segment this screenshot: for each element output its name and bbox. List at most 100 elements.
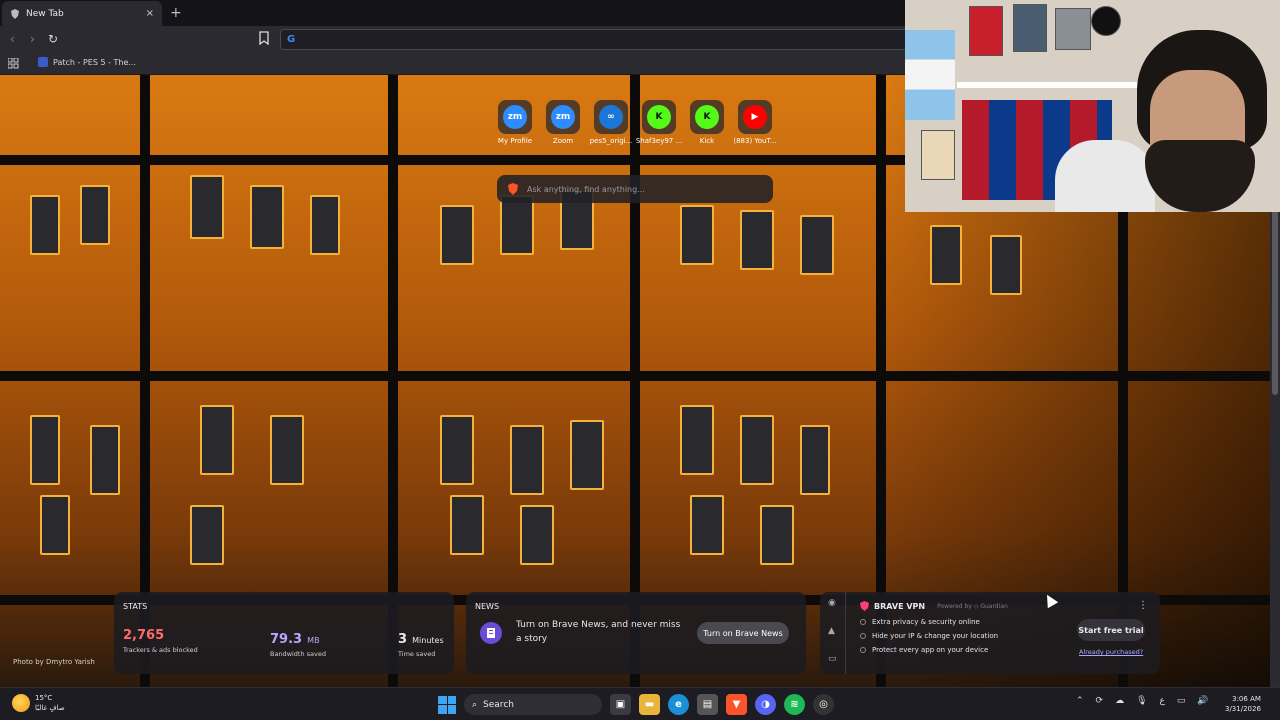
top-site-tile[interactable]: K xyxy=(642,100,676,134)
edge-icon[interactable]: e xyxy=(668,694,689,715)
already-purchased-link[interactable]: Already purchased? xyxy=(1079,648,1143,656)
bandwidth-desc: Bandwidth saved xyxy=(270,650,327,658)
time-desc: Time saved xyxy=(398,650,436,658)
photo-credit[interactable]: Photo by Dmytro Yarish xyxy=(13,658,95,666)
top-site-tile[interactable]: zm xyxy=(546,100,580,134)
new-tab-button[interactable]: + xyxy=(170,5,182,21)
webcam-overlay xyxy=(905,0,1280,212)
top-site-label: Kick xyxy=(699,137,715,145)
forward-button[interactable]: › xyxy=(30,32,35,46)
chevron-up-icon[interactable]: ⌃ xyxy=(1076,696,1084,706)
sync-icon[interactable]: ⟳ xyxy=(1096,696,1104,706)
site-favicon-icon: zm xyxy=(551,105,575,129)
top-site[interactable]: ▶ (883) YouT... xyxy=(733,100,777,145)
bandwidth-value: 79.3 xyxy=(270,632,303,647)
start-free-trial-button[interactable]: Start free trial xyxy=(1077,619,1145,641)
top-site-label: Zoom xyxy=(552,137,574,145)
bookmark-favicon-icon xyxy=(38,57,48,67)
clock-date: 3/31/2026 xyxy=(1225,705,1261,713)
top-site-tile[interactable]: ∞ xyxy=(594,100,628,134)
windows-start-icon[interactable] xyxy=(438,695,456,714)
system-tray: ⌃ ⟳ ☁ 🎙 ع ▭ 🔊 xyxy=(1076,696,1209,706)
more-options-icon[interactable]: ⋮ xyxy=(1138,600,1148,611)
clock-time: 3:06 AM xyxy=(1232,695,1261,703)
vpn-widget: ◉ ▲ ▭ BRAVE VPN Powered by ◇ Guardian ⋮ … xyxy=(820,592,1160,674)
stats-widget: STATS 2,765 Trackers & ads blocked 79.3 … xyxy=(114,592,454,674)
top-site[interactable]: zm My Profile xyxy=(494,100,536,145)
sun-icon xyxy=(12,694,30,712)
stat-trackers: 2,765 Trackers & ads blocked xyxy=(123,628,198,654)
card-icon[interactable]: ▭ xyxy=(828,654,837,664)
address-bar[interactable]: G xyxy=(280,29,920,50)
task-view-icon[interactable]: ▣ xyxy=(610,694,631,715)
top-site-tile[interactable]: zm xyxy=(498,100,532,134)
weather-widget[interactable]: 15°C صافٍ غالبًا xyxy=(12,693,65,713)
newtab-search-box[interactable]: Ask anything, find anything... xyxy=(497,175,773,203)
warning-icon[interactable]: ▲ xyxy=(828,626,835,636)
reload-button[interactable]: ↻ xyxy=(48,32,58,46)
brave-taskbar-icon[interactable]: ▼ xyxy=(726,694,747,715)
search-placeholder: Ask anything, find anything... xyxy=(527,184,645,194)
volume-icon[interactable]: 🔊 xyxy=(1197,696,1208,706)
trackers-desc: Trackers & ads blocked xyxy=(123,646,198,654)
top-site[interactable]: K Kick xyxy=(686,100,728,145)
store-icon[interactable]: ▤ xyxy=(697,694,718,715)
site-favicon-icon: K xyxy=(695,105,719,129)
display-icon[interactable]: ▭ xyxy=(1177,696,1186,706)
bookmark-label: Patch - PES 5 - The... xyxy=(53,57,137,67)
site-favicon-icon: K xyxy=(647,105,671,129)
weather-desc: صافٍ غالبًا xyxy=(35,704,65,712)
widget-switcher: ◉ ▲ ▭ xyxy=(820,592,846,674)
close-tab-icon[interactable]: × xyxy=(146,8,154,19)
vpn-feature: Hide your IP & change your location xyxy=(860,632,998,640)
news-widget: NEWS Turn on Brave News, and never miss … xyxy=(466,592,806,674)
check-icon xyxy=(860,619,866,625)
shelf xyxy=(957,82,1142,88)
check-icon xyxy=(860,633,866,639)
clock[interactable]: 3:06 AM 3/31/2026 xyxy=(1225,694,1261,714)
time-value: 3 xyxy=(398,632,408,647)
trackers-value: 2,765 xyxy=(123,628,165,643)
google-icon: G xyxy=(287,34,296,45)
check-icon xyxy=(860,647,866,653)
bookmark-icon[interactable] xyxy=(258,31,270,45)
apps-grid-icon[interactable] xyxy=(8,58,19,69)
news-promo-text: Turn on Brave News, and never miss a sto… xyxy=(516,620,681,644)
back-button[interactable]: ‹ xyxy=(10,32,15,46)
top-site[interactable]: zm Zoom xyxy=(542,100,584,145)
top-site-label: (883) YouT... xyxy=(733,137,777,145)
file-explorer-icon[interactable]: ▬ xyxy=(639,694,660,715)
spotify-icon[interactable]: ≋ xyxy=(784,694,805,715)
top-site-tile[interactable]: ▶ xyxy=(738,100,772,134)
taskbar-apps: ⌕ Search ▣ ▬ e ▤ ▼ ◑ ≋ ◎ xyxy=(438,694,834,715)
top-sites: zm My Profile zm Zoom ∞ pes5_origi... K Shaf3ey… xyxy=(494,100,777,145)
top-site-tile[interactable]: K xyxy=(690,100,724,134)
taskbar-search[interactable]: ⌕ Search xyxy=(464,694,602,715)
cloud-icon[interactable]: ☁ xyxy=(1115,696,1124,706)
site-favicon-icon: zm xyxy=(503,105,527,129)
stat-time: 3 Minutes Time saved xyxy=(398,628,444,658)
news-title: NEWS xyxy=(475,602,500,611)
tab-title: New Tab xyxy=(26,8,64,19)
turn-on-news-button[interactable]: Turn on Brave News xyxy=(697,622,789,644)
search-icon: ⌕ xyxy=(472,699,478,710)
top-site-label: Shaf3ey97 ... xyxy=(635,137,683,145)
stat-bandwidth: 79.3 MB Bandwidth saved xyxy=(270,628,326,658)
time-unit: Minutes xyxy=(412,636,444,645)
flag-argentina xyxy=(905,30,955,120)
shield-icon[interactable]: ◉ xyxy=(828,598,836,608)
microphone-icon[interactable]: 🎙 xyxy=(1136,696,1147,706)
top-site[interactable]: K Shaf3ey97 ... xyxy=(636,100,682,145)
tab-new-tab[interactable]: New Tab × xyxy=(2,1,162,26)
site-favicon-icon: ▶ xyxy=(743,105,767,129)
news-icon xyxy=(480,622,502,644)
obs-icon[interactable]: ◎ xyxy=(813,694,834,715)
bandwidth-unit: MB xyxy=(307,636,320,645)
weather-temp: 15°C xyxy=(35,694,53,702)
language-indicator[interactable]: ع xyxy=(1160,696,1165,706)
discord-icon[interactable]: ◑ xyxy=(755,694,776,715)
bookmark-item[interactable]: Patch - PES 5 - The... xyxy=(38,57,136,67)
top-site[interactable]: ∞ pes5_origi... xyxy=(590,100,632,145)
vpn-feature: Extra privacy & security online xyxy=(860,618,980,626)
brave-lion-icon xyxy=(508,183,518,195)
